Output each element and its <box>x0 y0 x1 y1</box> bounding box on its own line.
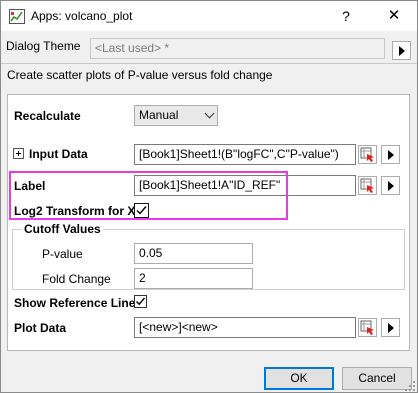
fold-change-field[interactable]: 2 <box>134 268 253 289</box>
description-text: Create scatter plots of P-value versus f… <box>7 68 273 82</box>
separator <box>1 63 417 64</box>
chevron-down-icon <box>204 108 215 119</box>
show-reference-lines-label: Show Reference Lines <box>14 296 143 310</box>
pvalue-label: P-value <box>42 247 83 261</box>
title-bar: Apps: volcano_plot ? ✕ <box>1 1 417 31</box>
select-range-icon[interactable] <box>358 145 377 164</box>
select-range-icon[interactable] <box>358 176 377 195</box>
resize-grip-icon[interactable] <box>405 380 415 391</box>
show-reference-lines-checkbox[interactable] <box>134 295 147 308</box>
theme-menu-arrow-icon[interactable] <box>392 41 411 60</box>
plot-data-menu-arrow-icon[interactable] <box>381 318 400 337</box>
select-range-icon[interactable] <box>358 318 377 337</box>
ok-button[interactable]: OK <box>264 367 334 390</box>
pvalue-field[interactable]: 0.05 <box>134 243 253 264</box>
input-data-label: Input Data <box>29 147 88 161</box>
cancel-button[interactable]: Cancel <box>342 367 412 390</box>
recalculate-select[interactable]: Manual <box>134 105 218 126</box>
dialog-theme-label: Dialog Theme <box>6 39 81 53</box>
input-data-menu-arrow-icon[interactable] <box>381 145 400 164</box>
window-title: Apps: volcano_plot <box>31 9 133 23</box>
recalculate-label: Recalculate <box>14 109 81 123</box>
input-data-field[interactable]: [Book1]Sheet1!(B"logFC",C"P-value") <box>134 144 356 165</box>
origin-app-icon <box>9 9 25 24</box>
recalculate-value: Manual <box>139 108 179 122</box>
plot-data-label: Plot Data <box>14 321 67 335</box>
help-button[interactable]: ? <box>323 1 369 31</box>
expand-plus-icon[interactable] <box>13 148 24 159</box>
close-button[interactable]: ✕ <box>371 1 417 31</box>
label-menu-arrow-icon[interactable] <box>381 176 400 195</box>
plot-data-field[interactable]: [<new>]<new> <box>134 317 356 338</box>
cutoff-group-title: Cutoff Values <box>22 222 103 236</box>
fold-change-label: Fold Change <box>42 272 111 286</box>
highlight-box <box>9 171 288 220</box>
dialog-theme-select[interactable]: <Last used> * <box>90 38 385 59</box>
dialog-window: Apps: volcano_plot ? ✕ Dialog Theme <Las… <box>0 0 418 393</box>
